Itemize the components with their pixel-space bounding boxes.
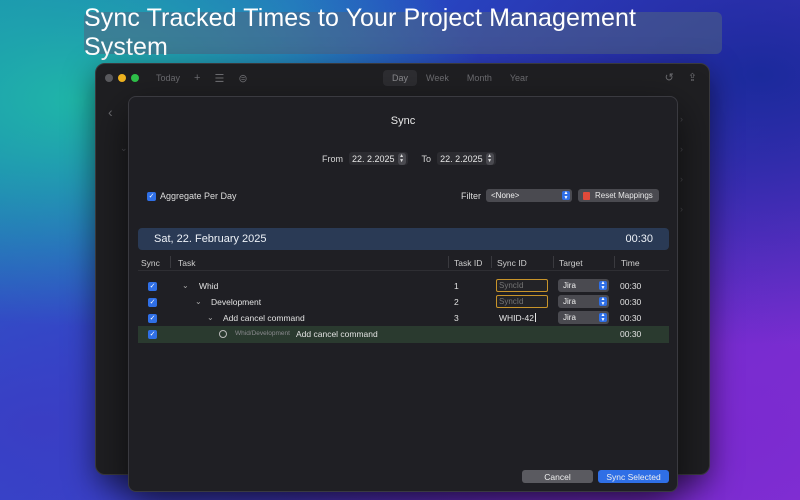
time-entry-row[interactable]: ✓ Whid/Development Add cancel command 00…: [138, 326, 669, 343]
sync-selected-button[interactable]: Sync Selected: [598, 470, 669, 483]
column-divider: [170, 256, 171, 268]
from-date-stepper[interactable]: ▲ ▼: [397, 152, 406, 165]
reset-mappings-label: Reset Mappings: [595, 191, 653, 200]
col-time[interactable]: Time: [621, 258, 640, 268]
aggregate-checkbox[interactable]: ✓: [147, 191, 156, 201]
task-name: Whid: [199, 281, 219, 291]
filter-select[interactable]: <None> ▲ ▼: [486, 189, 572, 202]
target-value: Jira: [563, 313, 576, 322]
side-chevrons: › › › ›: [680, 114, 683, 214]
target-select[interactable]: Jira ▲ ▼: [558, 311, 609, 324]
to-date-value: 22. 2.2025: [440, 153, 483, 164]
date-range: From 22. 2.2025 ▲ ▼ To 22. 2.2025 ▲ ▼: [322, 152, 496, 165]
back-chevron-icon[interactable]: ‹: [108, 104, 113, 120]
target-value: Jira: [563, 297, 576, 306]
target-value: Jira: [563, 281, 576, 290]
trash-icon: [583, 191, 590, 200]
reset-mappings-button[interactable]: Reset Mappings: [578, 189, 659, 202]
banner-title: Sync Tracked Times to Your Project Manag…: [84, 4, 636, 61]
to-label: To: [421, 153, 432, 164]
segment-day[interactable]: Day: [383, 70, 418, 86]
minimize-window-button[interactable]: [118, 74, 126, 82]
today-button[interactable]: Today: [156, 73, 180, 83]
row-sync-checkbox[interactable]: ✓: [148, 282, 157, 291]
column-divider: [614, 256, 615, 268]
history-icon[interactable]: ↺: [665, 71, 674, 84]
col-target[interactable]: Target: [559, 258, 583, 268]
chevron-down-icon[interactable]: ⌄: [182, 281, 189, 290]
row-time: 00:30: [620, 281, 642, 291]
app-toolbar: Today + ☰ ⊜ Day Week Month Year ↺ ⇪: [96, 64, 709, 92]
chevron-down-icon[interactable]: ⌄: [207, 313, 214, 322]
entry-time: 00:30: [620, 329, 642, 339]
aggregate-per-day[interactable]: ✓ Aggregate Per Day: [147, 191, 237, 201]
plus-icon[interactable]: +: [194, 72, 200, 84]
segment-week[interactable]: Week: [417, 70, 458, 86]
column-divider: [553, 256, 554, 268]
chevron-updown-icon: ▲ ▼: [599, 280, 607, 291]
timer-icon: [219, 330, 227, 338]
day-date: Sat, 22. February 2025: [154, 233, 267, 245]
cancel-button[interactable]: Cancel: [522, 470, 593, 483]
task-id: 3: [454, 313, 459, 323]
to-date-stepper[interactable]: ▲ ▼: [485, 152, 494, 165]
close-window-button[interactable]: [105, 74, 113, 82]
row-sync-checkbox[interactable]: ✓: [148, 314, 157, 323]
entry-path: Whid/Development: [235, 330, 290, 337]
target-select[interactable]: Jira ▲ ▼: [558, 279, 609, 292]
table-row[interactable]: ✓ ⌄ Whid 1 Jira ▲▼ 00:30: [138, 278, 669, 294]
sync-sheet: Sync From 22. 2.2025 ▲ ▼ To 22. 2.2025 ▲ ▼…: [128, 96, 678, 492]
col-sync-id[interactable]: Sync ID: [497, 258, 527, 268]
filter-icon[interactable]: ⊜: [238, 72, 247, 85]
target-select[interactable]: Jira ▲ ▼: [558, 295, 609, 308]
promo-banner: Sync Tracked Times to Your Project Manag…: [84, 4, 722, 61]
text-caret: [534, 313, 536, 322]
segment-month[interactable]: Month: [458, 70, 501, 86]
col-sync[interactable]: Sync: [141, 258, 160, 268]
row-time: 00:30: [620, 297, 642, 307]
table-header: Sync Task Task ID Sync ID Target Time: [138, 255, 669, 271]
toolbar-right: ↺ ⇪: [665, 71, 697, 84]
from-date-field[interactable]: 22. 2.2025 ▲ ▼: [349, 152, 408, 165]
task-name: Development: [211, 297, 262, 307]
sync-id-input[interactable]: [496, 295, 548, 308]
row-sync-checkbox[interactable]: ✓: [148, 298, 157, 307]
filter-group: Filter <None> ▲ ▼ Reset Mappings: [461, 189, 659, 202]
col-task-id[interactable]: Task ID: [454, 258, 482, 268]
list-icon[interactable]: ☰: [214, 72, 224, 85]
task-id: 2: [454, 297, 459, 307]
row-sync-checkbox[interactable]: ✓: [148, 330, 157, 339]
day-header: Sat, 22. February 2025 00:30: [138, 228, 669, 250]
chevron-updown-icon: ▲ ▼: [599, 312, 607, 323]
chevron-updown-icon: ▲ ▼: [599, 296, 607, 307]
chevron-down-icon[interactable]: ⌄: [195, 297, 202, 306]
from-label: From: [322, 153, 343, 164]
filter-label: Filter: [461, 190, 481, 201]
column-divider: [448, 256, 449, 268]
window-controls: [105, 74, 139, 82]
entry-description: Add cancel command: [296, 329, 378, 339]
period-segmented-control: Day Week Month Year: [383, 70, 537, 86]
segment-year[interactable]: Year: [501, 70, 537, 86]
sync-id-value: WHID-42: [499, 313, 534, 323]
task-name: Add cancel command: [223, 313, 305, 323]
filter-value: <None>: [491, 191, 520, 200]
chevron-updown-icon: ▲ ▼: [562, 190, 570, 201]
from-date-value: 22. 2.2025: [352, 153, 395, 164]
col-task[interactable]: Task: [178, 258, 195, 268]
sheet-title: Sync: [390, 115, 416, 127]
day-total: 00:30: [625, 233, 653, 245]
table-row[interactable]: ✓ ⌄ Add cancel command 3 WHID-42 Jira ▲ ▼…: [138, 310, 669, 326]
task-id: 1: [454, 281, 459, 291]
share-icon[interactable]: ⇪: [688, 71, 697, 84]
sync-id-input[interactable]: [496, 279, 548, 292]
row-time: 00:30: [620, 313, 642, 323]
chevron-down-icon[interactable]: ⌄: [120, 143, 128, 154]
zoom-window-button[interactable]: [131, 74, 139, 82]
to-date-field[interactable]: 22. 2.2025 ▲ ▼: [437, 152, 496, 165]
sync-id-input[interactable]: WHID-42: [499, 313, 536, 323]
table-row[interactable]: ✓ ⌄ Development 2 Jira ▲▼ 00:30: [138, 294, 669, 310]
column-divider: [491, 256, 492, 268]
aggregate-label: Aggregate Per Day: [160, 191, 237, 201]
